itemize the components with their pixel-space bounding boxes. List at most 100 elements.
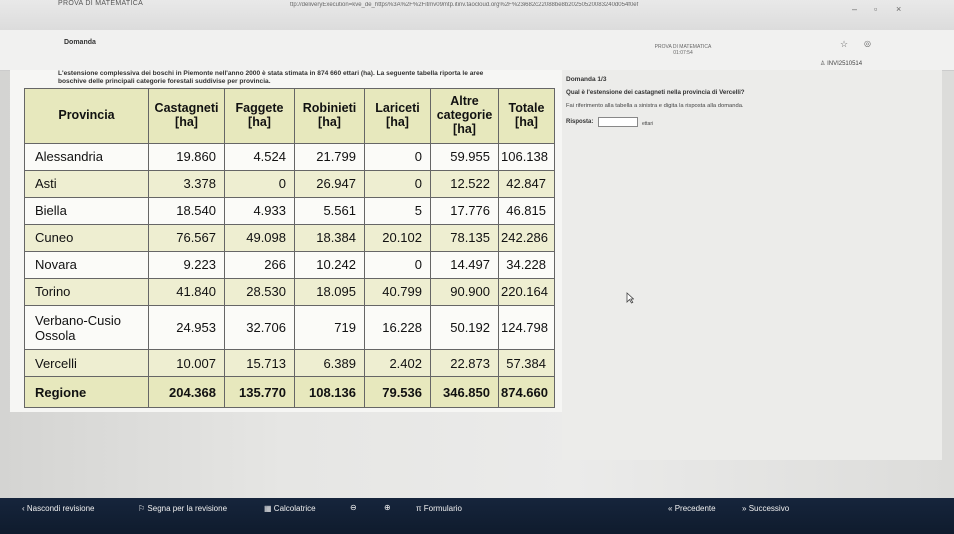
hide-review-label: Nascondi revisione: [26, 504, 95, 513]
browser-chrome: PROVA DI MATEMATICA ttp://deliveryExecut…: [0, 0, 954, 31]
table-cell: 12.522: [430, 169, 499, 198]
table-row: Verbano-Cusio Ossola 24.953 32.706 719 1…: [24, 304, 555, 351]
table-cell: 10.007: [148, 349, 225, 378]
user-icon: ♙: [820, 61, 826, 67]
previous-button[interactable]: « Precedente: [668, 504, 716, 513]
flag-icon: ⚐: [138, 504, 146, 513]
table-cell: 106.138: [498, 143, 555, 171]
next-button[interactable]: » Successivo: [742, 504, 789, 513]
table-cell: Biella: [24, 196, 149, 225]
table-cell: 15.713: [224, 349, 295, 378]
table-cell: 10.242: [294, 250, 365, 279]
table-cell: 41.840: [148, 277, 225, 306]
stimulus-line: boschive delle principali categorie fore…: [58, 78, 271, 86]
table-cell: 874.660: [498, 376, 555, 408]
table-cell: 76.567: [148, 223, 225, 252]
next-label: Successivo: [748, 504, 790, 513]
table-cell: 16.228: [364, 304, 431, 351]
column-header: Robinieti [ha]: [294, 88, 365, 144]
table-cell: Novara: [24, 250, 149, 279]
bottom-toolbar: ‹ Nascondi revisione ⚐ Segna per la revi…: [0, 498, 954, 534]
table-cell: 220.164: [498, 277, 555, 306]
formulary-button[interactable]: π Formulario: [416, 504, 462, 513]
table-cell: 49.098: [224, 223, 295, 252]
table-cell: Cuneo: [24, 223, 149, 252]
close-icon[interactable]: ×: [896, 4, 901, 14]
table-cell: 46.815: [498, 196, 555, 225]
table-cell: 18.384: [294, 223, 365, 252]
calculator-button[interactable]: ▦ Calcolatrice: [264, 504, 316, 513]
table-row: Torino 41.840 28.530 18.095 40.799 90.90…: [24, 277, 555, 306]
table-row: Biella 18.540 4.933 5.561 5 17.776 46.81…: [24, 196, 555, 225]
table-cell: 22.873: [430, 349, 499, 378]
extension-icon[interactable]: ◎: [864, 39, 871, 48]
table-cell: 18.540: [148, 196, 225, 225]
answer-label: Risposta:: [566, 119, 594, 125]
timer: 01:07:54: [673, 50, 693, 56]
user-badge: ♙ INVI2510514: [820, 60, 862, 67]
maximize-icon[interactable]: ▫: [874, 4, 877, 14]
calculator-label: Calcolatrice: [273, 504, 316, 513]
table-header-row: Provincia Castagneti [ha] Faggete [ha] R…: [24, 88, 555, 144]
table-cell: 19.860: [148, 143, 225, 171]
table-cell: 17.776: [430, 196, 499, 225]
table-row: Novara 9.223 266 10.242 0 14.497 34.228: [24, 250, 555, 279]
table-row: Cuneo 76.567 49.098 18.384 20.102 78.135…: [24, 223, 555, 252]
question-text: Qual è l'estensione dei castagneti nella…: [566, 89, 745, 96]
previous-label: Precedente: [674, 504, 716, 513]
table-cell: 0: [364, 169, 431, 198]
table-cell: 26.947: [294, 169, 365, 198]
table-cell: 9.223: [148, 250, 225, 279]
table-cell: 79.536: [364, 376, 431, 408]
pi-icon: π: [416, 504, 422, 513]
table-cell: 204.368: [148, 376, 225, 408]
column-header: Provincia: [24, 88, 149, 144]
hide-review-button[interactable]: ‹ Nascondi revisione: [22, 504, 95, 513]
table-cell: 3.378: [148, 169, 225, 198]
formulary-label: Formulario: [423, 504, 462, 513]
table-cell: 0: [364, 143, 431, 171]
test-header: Domanda PROVA DI MATEMATICA 01:07:54 ☆ ◎…: [0, 30, 954, 71]
table-cell: 20.102: [364, 223, 431, 252]
forest-area-table: Provincia Castagneti [ha] Faggete [ha] R…: [24, 88, 555, 408]
chevron-left-icon: ‹: [22, 504, 25, 513]
table-cell: Regione: [24, 376, 149, 408]
minimize-icon[interactable]: –: [852, 4, 857, 14]
table-cell: 5.561: [294, 196, 365, 225]
column-header: Totale [ha]: [498, 88, 555, 144]
answer-input[interactable]: [598, 117, 638, 127]
double-chevron-right-icon: »: [742, 504, 747, 513]
mark-review-button[interactable]: ⚐ Segna per la revisione: [138, 504, 227, 513]
answer-unit: ettari: [642, 121, 654, 127]
star-icon[interactable]: ☆: [840, 39, 848, 50]
stimulus-line: L'estensione complessiva dei boschi in P…: [58, 70, 484, 77]
table-cell: 0: [224, 169, 295, 198]
table-cell: 32.706: [224, 304, 295, 351]
window-title: PROVA DI MATEMATICA: [58, 0, 144, 7]
table-row: Alessandria 19.860 4.524 21.799 0 59.955…: [24, 143, 555, 171]
zoom-out-icon[interactable]: ⊖: [350, 503, 357, 512]
table-cell: 90.900: [430, 277, 499, 306]
table-cell: 59.955: [430, 143, 499, 171]
question-hint: Fai riferimento alla tabella a sinistra …: [566, 103, 744, 109]
table-cell: 50.192: [430, 304, 499, 351]
table-cell: 108.136: [294, 376, 365, 408]
address-bar[interactable]: ttp://deliveryExecution=kve_de_https%3A%…: [290, 2, 730, 8]
table-cell: 124.798: [498, 304, 555, 351]
table-cell: 14.497: [430, 250, 499, 279]
table-cell: Verbano-Cusio Ossola: [24, 304, 149, 351]
test-window: PROVA DI MATEMATICA ttp://deliveryExecut…: [0, 0, 954, 534]
double-chevron-left-icon: «: [668, 504, 673, 513]
zoom-in-icon[interactable]: ⊕: [384, 503, 391, 512]
table-cell: 719: [294, 304, 365, 351]
table-total-row: Regione 204.368 135.770 108.136 79.536 3…: [24, 376, 555, 408]
calculator-icon: ▦: [264, 504, 272, 513]
table-cell: 242.286: [498, 223, 555, 252]
table-cell: 40.799: [364, 277, 431, 306]
table-cell: 0: [364, 250, 431, 279]
table-cell: Torino: [24, 277, 149, 306]
table-cell: 4.524: [224, 143, 295, 171]
table-cell: 6.389: [294, 349, 365, 378]
table-row: Vercelli 10.007 15.713 6.389 2.402 22.87…: [24, 349, 555, 378]
question-panel: [562, 70, 942, 460]
